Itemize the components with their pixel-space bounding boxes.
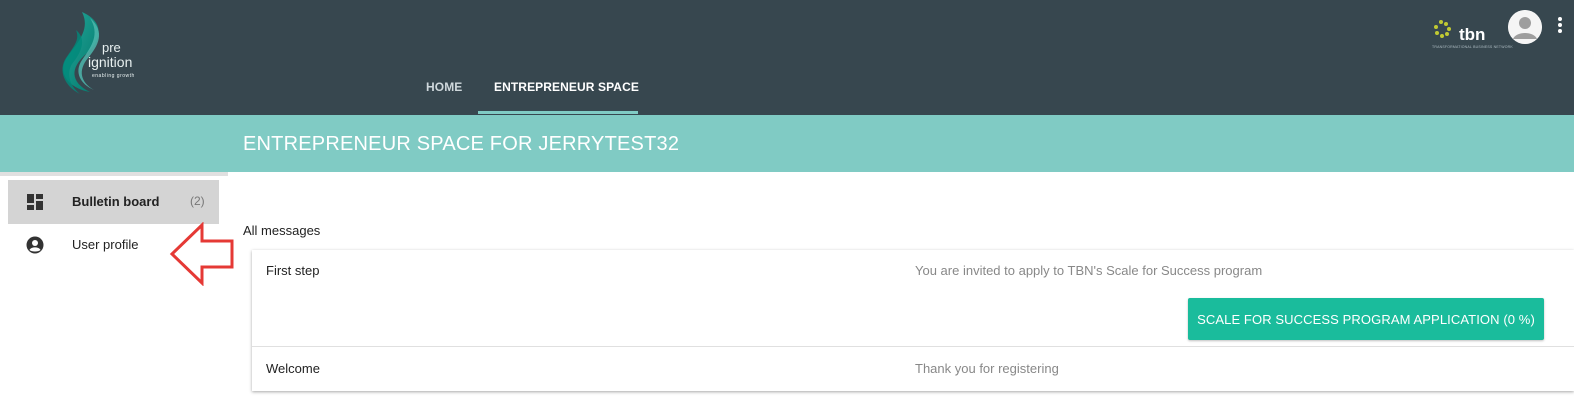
sidebar-divider (0, 172, 228, 176)
tab-home[interactable]: HOME (426, 80, 462, 94)
scale-for-success-application-button[interactable]: SCALE FOR SUCCESS PROGRAM APPLICATION (0… (1188, 298, 1544, 340)
active-tab-indicator (478, 111, 638, 114)
left-arrow-outline-icon (169, 222, 234, 286)
sidebar-item-label: Bulletin board (72, 194, 160, 209)
message-text: You are invited to apply to TBN's Scale … (915, 263, 1263, 278)
section-heading-all-messages: All messages (243, 223, 321, 238)
message-title: First step (266, 263, 320, 278)
message-row[interactable]: First step You are invited to apply to T… (252, 250, 1574, 347)
page-banner (0, 115, 1574, 172)
logo-text-pre: pre (102, 40, 121, 55)
page-title: ENTREPRENEUR SPACE FOR JERRYTEST32 (243, 133, 680, 155)
sidebar-item-label: User profile (72, 237, 139, 252)
message-text: Thank you for registering (915, 361, 1059, 376)
account-circle-icon[interactable] (1508, 10, 1542, 44)
dashboard-icon (27, 194, 43, 210)
tab-entrepreneur-space[interactable]: ENTREPRENEUR SPACE (494, 80, 639, 94)
messages-list: First step You are invited to apply to T… (252, 250, 1574, 391)
message-title: Welcome (266, 361, 320, 376)
account-circle-icon (26, 236, 44, 254)
sidebar-item-bulletin-board[interactable]: Bulletin board (2) (8, 180, 219, 224)
tbn-logo-subtext: TRANSFORMATIONAL BUSINESS NETWORK (1432, 45, 1513, 49)
sidebar-item-count: (2) (190, 194, 205, 208)
app-header: pre ignition enabling growth HOME ENTREP… (0, 0, 1574, 115)
tbn-logo-text: tbn (1459, 25, 1486, 44)
logo-text-ignition: ignition (88, 54, 133, 70)
message-row[interactable]: Welcome Thank you for registering (252, 347, 1574, 391)
more-vert-icon[interactable] (1556, 15, 1564, 39)
logo-tagline: enabling growth (92, 73, 135, 79)
